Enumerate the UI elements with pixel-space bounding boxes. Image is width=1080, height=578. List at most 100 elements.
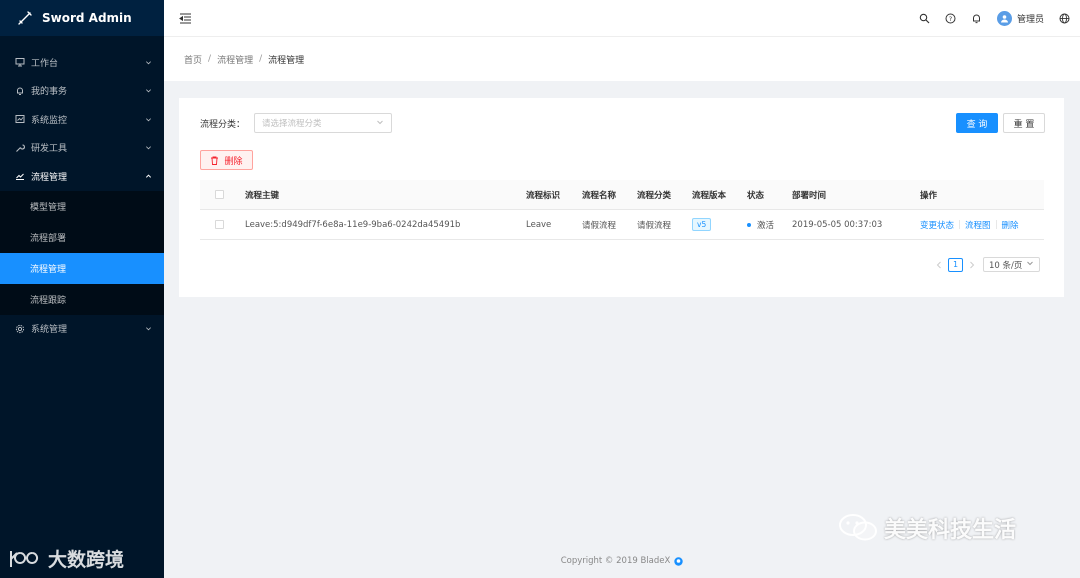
- header-actions: ? 管理员: [905, 10, 1080, 26]
- chevron-up-icon: [144, 172, 152, 180]
- language-globe-icon[interactable]: [1058, 12, 1070, 24]
- setting-icon: [15, 324, 25, 334]
- search-icon[interactable]: [919, 12, 931, 24]
- status-dot: [747, 222, 751, 227]
- action-divider: [995, 220, 997, 229]
- sidebar-subitem-model[interactable]: 模型管理: [0, 191, 164, 222]
- sidebar-item-dev-tools[interactable]: 研发工具: [0, 134, 164, 163]
- column-header: 流程标识: [526, 190, 561, 201]
- bell-icon: [15, 86, 25, 96]
- process-id: Leave:5:d949df7f-6e8a-11e9-9ba6-0242da45…: [245, 219, 461, 230]
- top-header: ? 管理员: [164, 0, 1080, 37]
- sidebar-menu: 工作台 我的事务 系统监控 研发工具 流程管理 模型管理 流程部署 流程管理 流…: [0, 36, 164, 343]
- column-header: 状态: [747, 190, 765, 201]
- pagination: 1 10 条/页: [934, 257, 1040, 272]
- monitor-icon: [15, 57, 25, 67]
- process-submenu: 模型管理 流程部署 流程管理 流程跟踪: [0, 190, 164, 315]
- help-icon[interactable]: ?: [945, 12, 957, 24]
- wechat-watermark: 美美科技生活: [838, 512, 1016, 544]
- sidebar-subitem-deploy[interactable]: 流程部署: [0, 222, 164, 253]
- prev-page-icon[interactable]: [934, 258, 944, 272]
- notification-bell-icon[interactable]: [971, 12, 983, 24]
- svg-text:?: ?: [949, 15, 952, 23]
- delete-button[interactable]: 删除: [200, 150, 253, 170]
- chevron-down-icon: [1026, 259, 1034, 270]
- reset-button[interactable]: 重 置: [1003, 113, 1045, 133]
- search-form: 流程分类： 请选择流程分类: [200, 113, 393, 133]
- trash-icon: [210, 156, 219, 165]
- column-header: 操作: [920, 190, 938, 201]
- table-row: Leave:5:d949df7f-6e8a-11e9-9ba6-0242da45…: [200, 210, 1044, 240]
- sidebar-item-workbench[interactable]: 工作台: [0, 48, 164, 77]
- column-header: 部署时间: [792, 190, 827, 201]
- process-table: 流程主键 流程标识 流程名称 流程分类 流程版本 状态 部署时间 操作 Leav…: [200, 180, 1044, 240]
- status-text: 激活: [757, 220, 775, 231]
- github-icon[interactable]: [674, 556, 684, 566]
- column-header: 流程名称: [582, 190, 617, 201]
- breadcrumb-level1[interactable]: 流程管理: [217, 53, 253, 66]
- deploy-time: 2019-05-05 00:37:03: [792, 219, 883, 230]
- query-button[interactable]: 查 询: [956, 113, 998, 133]
- status-badge: 激活: [747, 219, 774, 231]
- brand[interactable]: Sword Admin: [0, 0, 164, 36]
- sidebar-item-my-tasks[interactable]: 我的事务: [0, 77, 164, 106]
- sidebar-item-label: 我的事务: [31, 87, 68, 98]
- delete-button-label: 删除: [224, 156, 243, 167]
- footer: Copyright © 2019 BladeX: [164, 556, 1080, 566]
- sidebar: Sword Admin 工作台 我的事务 系统监控 研发工具 流程管理 模型管理…: [0, 0, 164, 578]
- action-divider: [959, 220, 961, 229]
- breadcrumb: 首页 / 流程管理 / 流程管理: [164, 37, 1080, 81]
- next-page-icon[interactable]: [967, 258, 977, 272]
- sidebar-watermark: 大数跨境: [8, 545, 124, 572]
- line-chart-icon: [15, 171, 25, 181]
- page-size-value: 10 条/页: [989, 260, 1023, 271]
- breadcrumb-home[interactable]: 首页: [184, 53, 202, 66]
- category-select[interactable]: 请选择流程分类: [254, 113, 393, 133]
- watermark-logo-icon: [10, 550, 39, 567]
- row-checkbox[interactable]: [215, 220, 224, 229]
- delete-row-link[interactable]: 删除: [1002, 219, 1019, 231]
- sidebar-item-label: 研发工具: [31, 144, 68, 155]
- version-tag-label: v5: [692, 217, 712, 231]
- tool-icon: [15, 143, 25, 153]
- brand-title: Sword Admin: [42, 11, 132, 25]
- avatar: [996, 10, 1012, 26]
- page-size-select[interactable]: 10 条/页: [983, 257, 1040, 272]
- user-menu[interactable]: 管理员: [996, 10, 1044, 26]
- category-select-placeholder: 请选择流程分类: [262, 119, 322, 129]
- breadcrumb-current: 流程管理: [268, 55, 305, 66]
- column-header: 流程主键: [245, 190, 280, 201]
- sidebar-item-label: 流程管理: [31, 172, 68, 183]
- chevron-down-icon: [144, 325, 152, 333]
- change-status-link[interactable]: 变更状态: [920, 219, 954, 231]
- breadcrumb-separator: /: [259, 54, 263, 64]
- flowchart-link[interactable]: 流程图: [965, 219, 991, 231]
- dashboard-icon: [15, 114, 25, 124]
- table-header: 流程主键 流程标识 流程名称 流程分类 流程版本 状态 部署时间 操作: [200, 180, 1044, 210]
- sidebar-item-label: 工作台: [31, 58, 59, 69]
- content-card: 流程分类： 请选择流程分类 查 询 重 置 删除 流程主键 流程标识 流程名称 …: [179, 98, 1064, 297]
- user-name: 管理员: [1016, 14, 1044, 25]
- sidebar-subitem-process-manage[interactable]: 流程管理: [0, 252, 164, 284]
- chevron-down-icon: [376, 118, 384, 129]
- sidebar-item-monitor[interactable]: 系统监控: [0, 105, 164, 134]
- select-all-checkbox[interactable]: [215, 190, 224, 199]
- wechat-icon: [839, 514, 877, 541]
- menu-fold-icon[interactable]: [178, 11, 192, 25]
- chevron-down-icon: [144, 115, 152, 123]
- sidebar-watermark-text: 大数跨境: [48, 549, 125, 571]
- chevron-down-icon: [144, 58, 152, 66]
- watermark-text: 美美科技生活: [884, 518, 1017, 543]
- sidebar-item-label: 系统监控: [31, 115, 68, 126]
- page-number[interactable]: 1: [948, 257, 963, 272]
- column-header: 流程版本: [692, 190, 727, 201]
- chevron-down-icon: [144, 87, 152, 95]
- copyright-text: Copyright © 2019 BladeX: [560, 556, 671, 566]
- process-key: Leave: [526, 219, 552, 230]
- chevron-down-icon: [144, 144, 152, 152]
- row-actions: 变更状态 流程图 删除: [920, 219, 1019, 231]
- column-header: 流程分类: [637, 190, 672, 201]
- sidebar-item-system[interactable]: 系统管理: [0, 315, 164, 344]
- sidebar-item-process[interactable]: 流程管理: [0, 162, 164, 191]
- sidebar-subitem-trace[interactable]: 流程跟踪: [0, 284, 164, 315]
